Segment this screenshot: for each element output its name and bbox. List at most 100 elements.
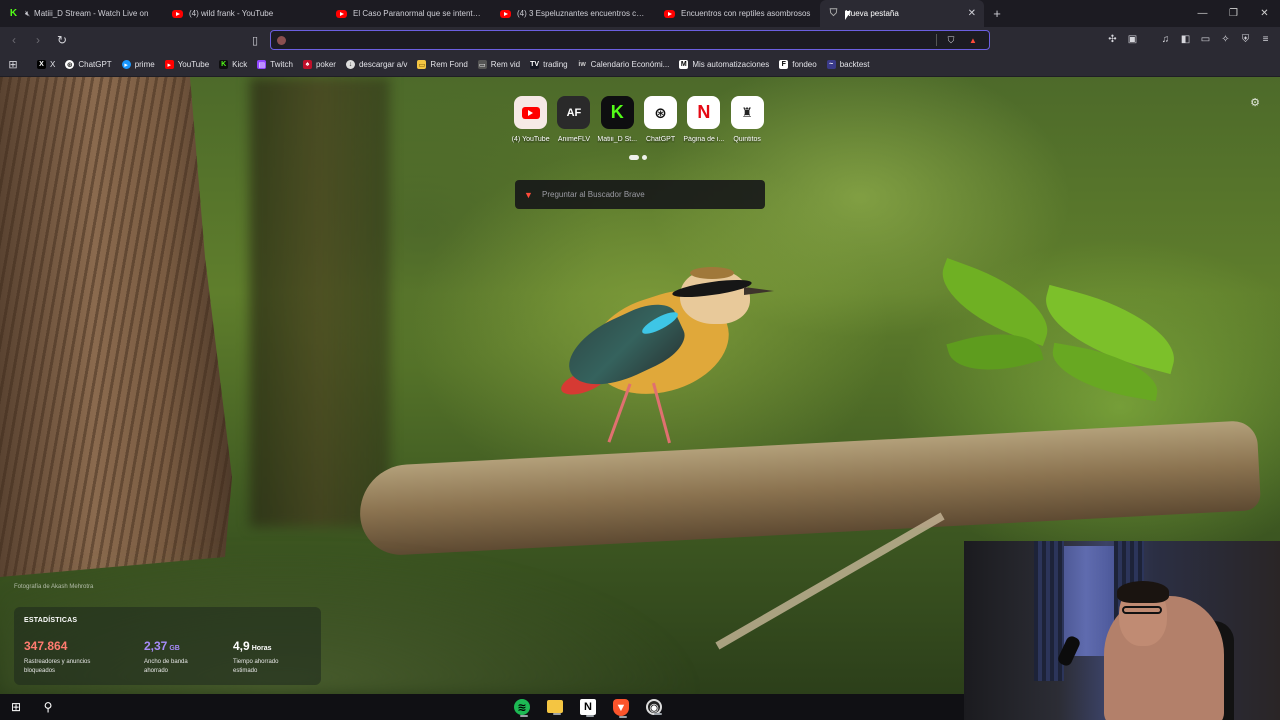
bookmark-chatgpt[interactable]: ⊛ ChatGPT: [60, 56, 116, 74]
bookmark-prime[interactable]: ▸ prime: [117, 56, 160, 74]
youtube-icon: [336, 9, 347, 18]
close-tab-icon[interactable]: ✕: [968, 8, 976, 19]
back-button[interactable]: ‹: [4, 30, 24, 50]
vpn-icon[interactable]: ⛨: [1239, 32, 1252, 46]
youtube-icon: [664, 9, 675, 18]
bookmark-calendario[interactable]: iw Calendario Económi...: [573, 56, 675, 74]
bookmark-x[interactable]: XX: [32, 56, 60, 74]
file-explorer-icon[interactable]: [547, 700, 563, 715]
pager-dot[interactable]: [629, 155, 639, 160]
animeflv-icon: AF: [557, 96, 591, 129]
download-icon: ↓: [345, 60, 355, 69]
minimize-button[interactable]: —: [1187, 0, 1218, 27]
muted-speaker-icon[interactable]: 🔇︎: [25, 9, 30, 19]
chatgpt-icon: ⊛: [65, 60, 75, 69]
search-icon[interactable]: ⚲: [32, 694, 64, 720]
bookmark-icon[interactable]: ▯: [248, 32, 262, 48]
site-info-icon[interactable]: [277, 35, 286, 45]
stat-description: Ancho de banda ahorrado: [144, 659, 188, 674]
tab-youtube-espeluznantes[interactable]: (4) 3 Espeluznantes encuentros con d: [492, 0, 656, 27]
forward-button[interactable]: ›: [28, 30, 48, 50]
apps-grid-icon[interactable]: ⊞: [6, 58, 20, 72]
bookmark-poker[interactable]: ♠ poker: [298, 56, 341, 74]
windows-start-icon[interactable]: ⊞: [0, 694, 32, 720]
bookmark-twitch[interactable]: ▤ Twitch: [252, 56, 298, 74]
background-leaf: [930, 257, 1060, 347]
background-branch: [357, 419, 1262, 557]
top-site-chatgpt[interactable]: ⊛ ChatGPT: [639, 96, 682, 143]
tab-youtube-wild-frank[interactable]: (4) wild frank - YouTube: [164, 0, 328, 27]
bookmark-automatizaciones[interactable]: M Mis automatizaciones: [674, 56, 774, 74]
bookmark-label: prime: [134, 60, 155, 69]
bookmark-trading[interactable]: TV trading: [525, 56, 572, 74]
menu-icon[interactable]: ≡: [1259, 32, 1272, 46]
close-window-button[interactable]: ✕: [1249, 0, 1280, 27]
brave-rewards-icon[interactable]: ▲: [967, 34, 979, 46]
photo-credit[interactable]: Fotografía de Akash Mehrotra: [14, 584, 93, 590]
bookmarks-bar: ⊞ XX ⊛ ChatGPT ▸ prime ▸ YouTube K Kick ▤ Twi…: [0, 53, 1280, 77]
pager-dot[interactable]: [642, 155, 647, 160]
prime-icon: ▸: [121, 60, 131, 69]
tab-title: Nueva pestaña: [845, 9, 899, 18]
stat-unit: GB: [169, 645, 180, 652]
top-site-youtube[interactable]: (4) YouTube: [509, 96, 552, 143]
tab-title: Matiii_D Stream - Watch Live on: [34, 9, 149, 18]
bookmark-youtube[interactable]: ▸ YouTube: [160, 56, 214, 74]
bookmark-label: descargar a/v: [358, 60, 408, 69]
bookmark-descargar[interactable]: ↓ descargar a/v: [341, 56, 412, 74]
tab-strip: K 🔇︎ Matiii_D Stream - Watch Live on (4)…: [0, 0, 1280, 27]
folder-icon: ▭: [417, 60, 427, 69]
wallet-icon[interactable]: ▭: [1199, 32, 1212, 46]
top-site-label: Quintitos: [733, 136, 761, 143]
extensions-icon[interactable]: ✣: [1106, 32, 1119, 46]
bookmark-rem-fond[interactable]: ▭ Rem Fond: [412, 56, 472, 74]
stat-value: 2,37: [144, 639, 168, 653]
separator: [936, 34, 937, 46]
taskbar-apps: ≋ N ▼ ◉: [512, 697, 664, 718]
background-trunk-blur: [250, 77, 390, 527]
tab-kick-stream[interactable]: K 🔇︎ Matiii_D Stream - Watch Live on: [0, 0, 164, 27]
brave-browser-icon[interactable]: ▼: [613, 699, 629, 718]
tab-youtube-caso-paranormal[interactable]: El Caso Paranormal que se intentó B: [328, 0, 492, 27]
top-site-animeflv[interactable]: AF AnimeFLV: [552, 96, 595, 143]
top-site-netflix[interactable]: N Página de i...: [682, 96, 725, 143]
bookmark-kick[interactable]: K Kick: [214, 56, 252, 74]
top-site-kick[interactable]: K Matiii_D St...: [596, 96, 639, 143]
spotify-icon[interactable]: ≋: [514, 699, 530, 717]
tab-title: (4) wild frank - YouTube: [189, 9, 274, 18]
bookmark-fondeo[interactable]: Ffondeo: [774, 56, 821, 74]
stat-time-saved: 4,9 Horas Tiempo ahorrado estimado: [233, 637, 278, 676]
bookmark-backtest[interactable]: ~ backtest: [822, 56, 875, 74]
obs-studio-icon[interactable]: ◉: [646, 699, 662, 715]
notion-icon[interactable]: N: [580, 699, 596, 717]
chatgpt-icon: ⊛: [644, 96, 678, 129]
address-bar[interactable]: ⛉ ▲: [270, 30, 990, 50]
bird-beak: [744, 287, 774, 295]
tab-youtube-reptiles[interactable]: Encuentros con reptiles asombrosos: [656, 0, 820, 27]
bookmark-rem-vid[interactable]: ▭ Rem vid: [473, 56, 525, 74]
top-site-label: AnimeFLV: [557, 136, 591, 143]
netflix-icon: N: [687, 96, 721, 129]
media-icon[interactable]: ♫: [1159, 32, 1172, 46]
youtube-icon: [500, 9, 511, 18]
leo-ai-icon[interactable]: ✧: [1219, 32, 1232, 46]
customize-gear-icon[interactable]: ⚙: [1248, 95, 1262, 109]
search-input[interactable]: [542, 190, 765, 199]
brave-search-box[interactable]: ▼: [515, 180, 765, 209]
tab-search-icon[interactable]: ▣: [1126, 32, 1139, 46]
tradingview-icon: TV: [530, 60, 540, 69]
taskbar: ⊞ ⚲ ≋ N ▼ ◉: [0, 694, 964, 720]
new-tab-button[interactable]: +: [986, 0, 1008, 27]
top-site-label: Matiii_D St...: [597, 136, 638, 143]
stat-bandwidth: 2,37 GB Ancho de banda ahorrado: [144, 637, 188, 676]
sidebar-icon[interactable]: ◧: [1179, 32, 1192, 46]
kick-icon: K: [8, 8, 19, 19]
x-icon: X: [37, 60, 46, 69]
brave-shields-icon[interactable]: ⛉: [945, 34, 957, 46]
reload-button[interactable]: ↻: [52, 30, 72, 50]
tab-title: (4) 3 Espeluznantes encuentros con d: [517, 9, 648, 18]
url-input[interactable]: [292, 34, 936, 46]
top-site-quintitos[interactable]: ♜ Quintitos: [725, 96, 768, 143]
bookmark-label: YouTube: [177, 60, 210, 69]
maximize-button[interactable]: ❐: [1218, 0, 1249, 27]
